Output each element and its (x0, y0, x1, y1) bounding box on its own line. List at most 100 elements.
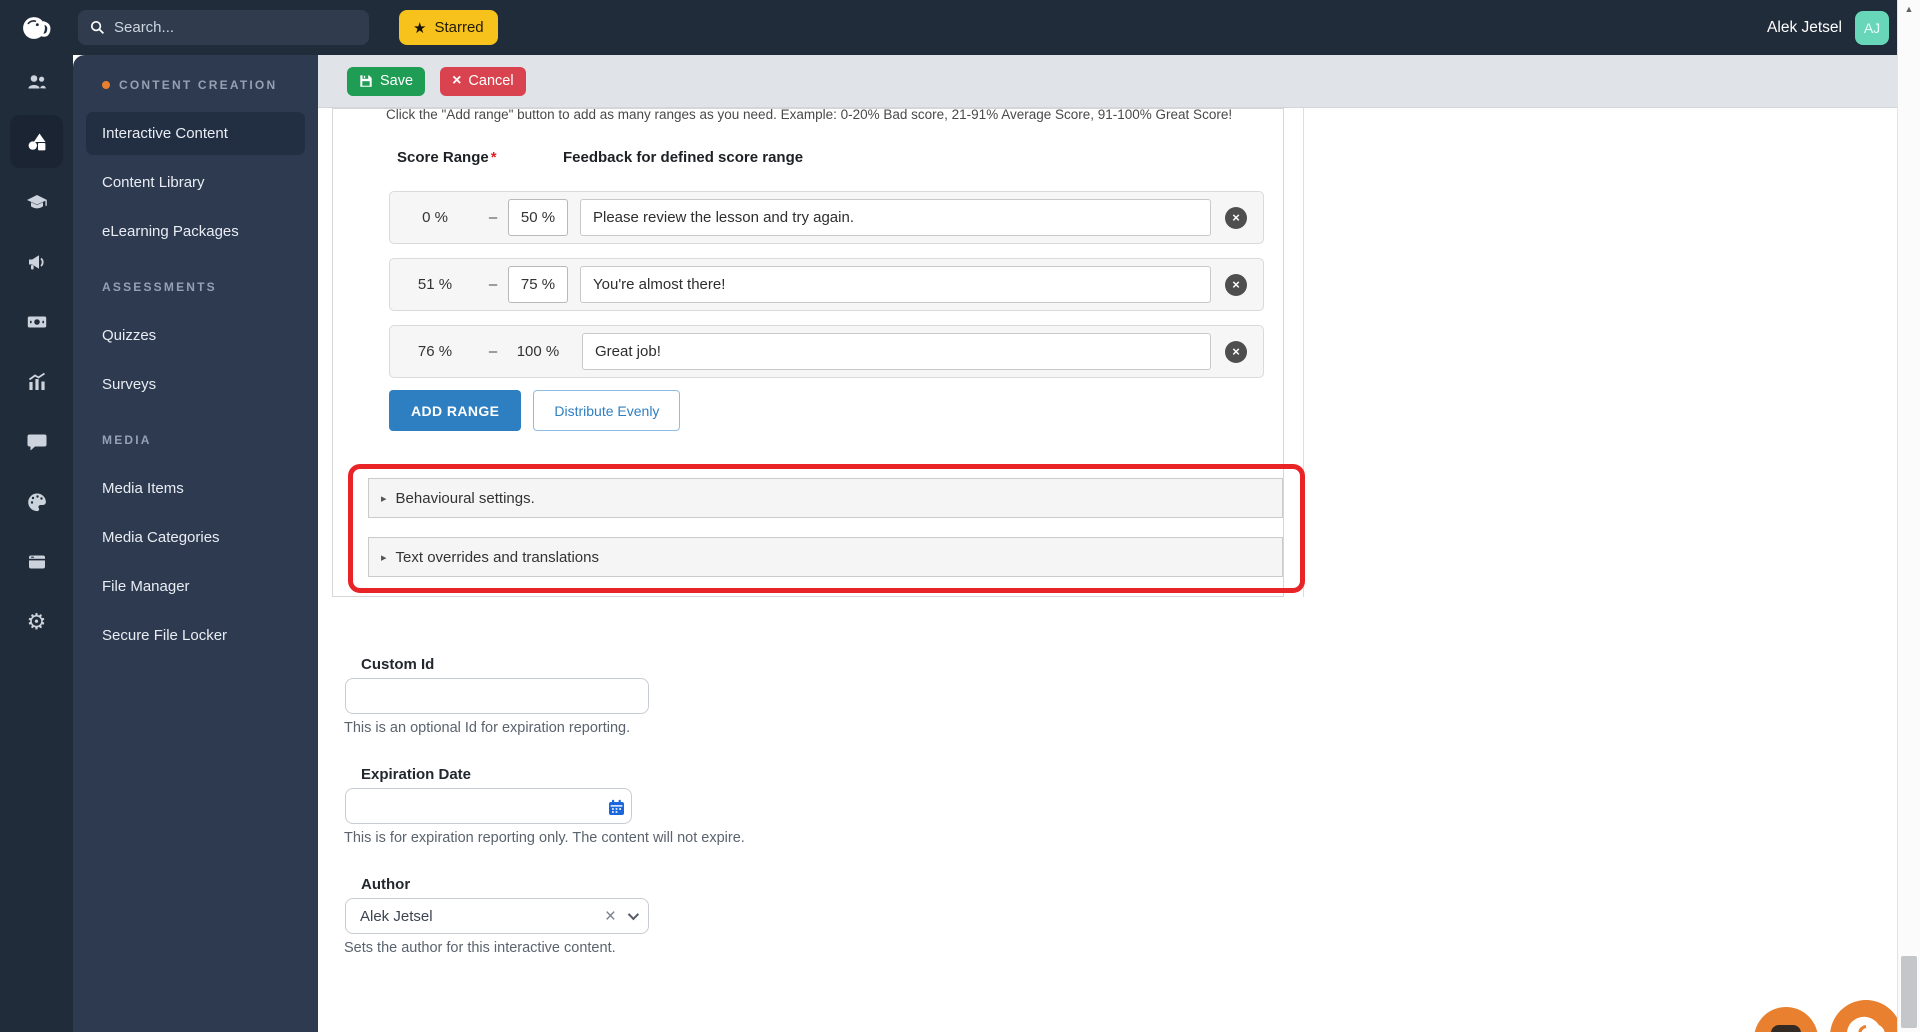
icon-rail: ⚙ (0, 55, 73, 1032)
sidebar-item-media-items[interactable]: Media Items (73, 464, 318, 513)
x-circle-icon: × (1232, 344, 1240, 359)
feedback-input[interactable] (582, 333, 1211, 370)
star-icon: ★ (413, 19, 427, 37)
chevron-down-icon[interactable] (627, 908, 640, 921)
x-circle-icon: × (1232, 277, 1240, 292)
save-label: Save (380, 73, 414, 89)
clear-icon[interactable]: × (605, 907, 616, 926)
rail-item-settings[interactable]: ⚙ (10, 595, 63, 648)
date-picker-button[interactable] (606, 797, 626, 817)
required-asterisk: * (490, 149, 497, 166)
sidebar-item-file-manager[interactable]: File Manager (73, 562, 318, 611)
author-label: Author (361, 876, 411, 893)
search-input[interactable] (114, 19, 357, 36)
score-range-row: 0 % – × (389, 191, 1264, 244)
sidebar-item-content-library[interactable]: Content Library (73, 158, 318, 207)
score-range-helper-text: Click the "Add range" button to add as m… (386, 108, 1233, 122)
sidebar-item-media-categories[interactable]: Media Categories (73, 513, 318, 562)
x-circle-icon: × (1232, 210, 1240, 225)
accordion-label: Text overrides and translations (395, 548, 599, 566)
distribute-evenly-button[interactable]: Distribute Evenly (533, 390, 681, 431)
search-icon (90, 20, 105, 35)
expiration-date-input[interactable] (345, 788, 632, 824)
feedback-input[interactable] (580, 199, 1211, 236)
cancel-button[interactable]: × Cancel (440, 66, 526, 96)
sidebar-item-quizzes[interactable]: Quizzes (73, 311, 318, 360)
range-dash: – (488, 209, 498, 226)
app-window: ★ Starred Alek Jetsel AJ (0, 0, 1920, 1032)
rail-item-reports[interactable] (10, 355, 63, 408)
chat-bubble-icon (27, 434, 46, 450)
elephant-logo-icon (1846, 1016, 1885, 1032)
starred-label: Starred (434, 19, 484, 36)
sidebar-section-assessments: ASSESSMENTS (102, 279, 217, 294)
expiration-date-label: Expiration Date (361, 766, 472, 783)
sidebar-section-media: MEDIA (102, 432, 152, 447)
rail-item-users[interactable] (10, 55, 63, 108)
author-select[interactable]: Alek Jetsel × (345, 898, 649, 934)
caret-right-icon: ▸ (381, 551, 387, 564)
custom-id-helper: This is an optional Id for expiration re… (344, 720, 631, 736)
scrollbar-thumb[interactable] (1901, 956, 1917, 1028)
calendar-icon (608, 799, 624, 815)
users-icon (27, 74, 46, 88)
active-section-dot-icon (102, 80, 110, 89)
topbar: ★ Starred Alek Jetsel AJ (0, 0, 1920, 55)
page-scrollbar[interactable]: ▲ (1897, 0, 1920, 1032)
rail-item-files[interactable] (10, 535, 63, 588)
accordion-text-overrides[interactable]: ▸ Text overrides and translations (368, 537, 1283, 577)
accordion-label: Behavioural settings. (395, 489, 535, 507)
range-max-input[interactable] (508, 266, 568, 303)
avatar[interactable]: AJ (1855, 10, 1889, 45)
chat-bubble-icon (1771, 1025, 1801, 1032)
author-helper: Sets the author for this interactive con… (344, 940, 616, 956)
expiration-date-helper: This is for expiration reporting only. T… (344, 830, 745, 846)
range-min-value: 51 % (417, 276, 453, 293)
score-range-column-header: Score Range * (397, 149, 497, 166)
user-name: Alek Jetsel (1767, 18, 1842, 36)
range-max-input[interactable] (508, 199, 568, 236)
caret-right-icon: ▸ (381, 492, 387, 505)
highlight-annotation-box: ▸ Behavioural settings. ▸ Text overrides… (348, 464, 1305, 593)
sidebar: CONTENT CREATION Interactive Content Con… (73, 55, 318, 1032)
rail-item-interactive-content[interactable] (10, 115, 63, 168)
rail-item-courses[interactable] (10, 175, 63, 228)
sidebar-item-interactive-content[interactable]: Interactive Content (86, 112, 305, 155)
search-box[interactable] (78, 10, 369, 45)
rail-item-appearance[interactable] (10, 475, 63, 528)
brand-elephant-logo-icon[interactable] (20, 10, 52, 46)
cancel-label: Cancel (468, 73, 514, 89)
save-button[interactable]: Save (347, 66, 426, 96)
sidebar-item-elearning-packages[interactable]: eLearning Packages (73, 207, 318, 256)
sidebar-item-secure-file-locker[interactable]: Secure File Locker (73, 611, 318, 660)
sidebar-item-surveys[interactable]: Surveys (73, 360, 318, 409)
starred-button[interactable]: ★ Starred (399, 10, 498, 45)
remove-range-button[interactable]: × (1225, 273, 1247, 296)
range-min-value: 0 % (422, 209, 448, 226)
custom-id-input[interactable] (345, 678, 649, 714)
rail-item-announcements[interactable] (10, 235, 63, 288)
gear-icon: ⚙ (26, 608, 47, 634)
range-max-value: 100 % (516, 343, 560, 360)
banknote-icon (27, 316, 46, 327)
feedback-column-header: Feedback for defined score range (563, 149, 804, 166)
sidebar-section-content-creation: CONTENT CREATION (73, 60, 318, 109)
scroll-up-arrow-icon[interactable]: ▲ (1898, 4, 1920, 14)
toolbar: Save × Cancel (318, 55, 1897, 108)
rail-item-messages[interactable] (10, 415, 63, 468)
shapes-icon (28, 133, 45, 150)
floppy-disk-icon (360, 75, 372, 87)
add-range-button[interactable]: ADD RANGE (389, 390, 522, 431)
remove-range-button[interactable]: × (1225, 340, 1247, 363)
score-range-row: 51 % – × (389, 258, 1264, 311)
palette-icon (27, 493, 46, 511)
accordion-behavioural-settings[interactable]: ▸ Behavioural settings. (368, 478, 1283, 518)
author-selected-value: Alek Jetsel (360, 907, 433, 925)
remove-range-button[interactable]: × (1225, 206, 1247, 229)
window-card-icon (28, 555, 45, 568)
range-actions: ADD RANGE Distribute Evenly (389, 390, 681, 431)
feedback-input[interactable] (580, 266, 1211, 303)
custom-id-label: Custom Id (361, 656, 435, 673)
graduation-cap-icon (26, 194, 47, 208)
rail-item-payments[interactable] (10, 295, 63, 348)
